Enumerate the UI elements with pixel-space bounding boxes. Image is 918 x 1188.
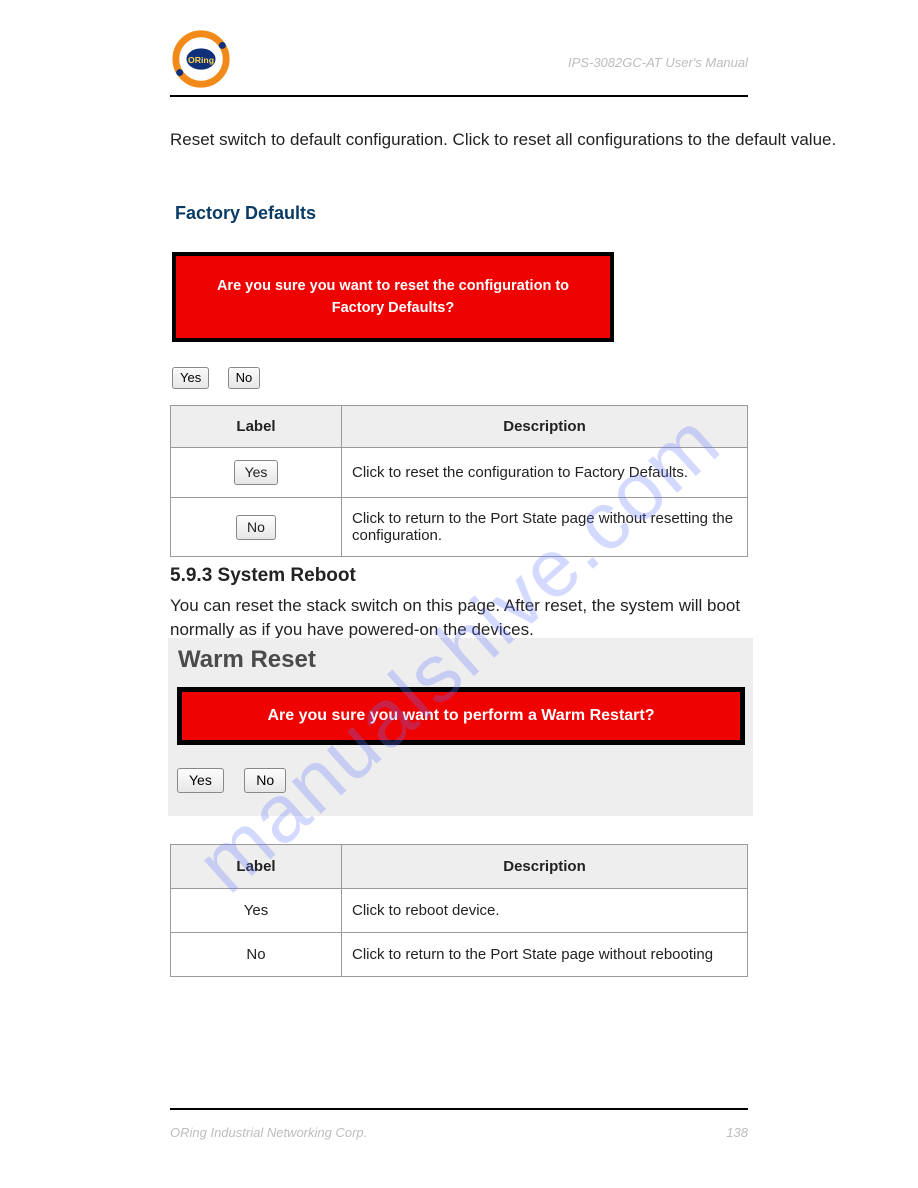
no-button[interactable]: No bbox=[228, 367, 261, 389]
yes-button[interactable]: Yes bbox=[177, 768, 224, 793]
table-header-description: Description bbox=[342, 845, 748, 889]
factory-defaults-warning: Are you sure you want to reset the confi… bbox=[172, 252, 614, 342]
table-header-label: Label bbox=[171, 845, 342, 889]
table-header-description: Description bbox=[342, 406, 748, 448]
table-row: No Click to return to the Port State pag… bbox=[171, 933, 748, 977]
table-cell-desc: Click to return to the Port State page w… bbox=[342, 498, 748, 557]
footer-rule bbox=[170, 1108, 748, 1110]
table-cell-desc: Click to return to the Port State page w… bbox=[342, 933, 748, 977]
yes-button[interactable]: Yes bbox=[172, 367, 209, 389]
system-reboot-heading: 5.9.3 System Reboot bbox=[170, 565, 356, 587]
system-reboot-desc: You can reset the stack switch on this p… bbox=[170, 594, 748, 642]
no-button-sample: No bbox=[246, 946, 265, 963]
svg-text:ORing: ORing bbox=[188, 55, 214, 65]
warm-reset-panel: Warm Reset Are you sure you want to perf… bbox=[168, 638, 753, 816]
table-row: Yes Click to reboot device. bbox=[171, 889, 748, 933]
brand-logo: ORing bbox=[170, 28, 232, 90]
page-number: 138 bbox=[726, 1125, 748, 1140]
warm-reset-table: Label Description Yes Click to reboot de… bbox=[170, 844, 748, 977]
warning-line1: Are you sure you want to reset the confi… bbox=[176, 275, 610, 297]
table-header-label: Label bbox=[171, 406, 342, 448]
yes-button-sample: Yes bbox=[234, 460, 279, 485]
table-cell-desc: Click to reboot device. bbox=[342, 889, 748, 933]
factory-defaults-table: Label Description Yes Click to reset the… bbox=[170, 405, 748, 557]
section1-intro: Reset switch to default configuration. C… bbox=[170, 128, 836, 152]
no-button[interactable]: No bbox=[244, 768, 286, 793]
warning-line2: Factory Defaults? bbox=[176, 297, 610, 319]
no-button-sample: No bbox=[236, 515, 276, 540]
warm-reset-warning-text: Are you sure you want to perform a Warm … bbox=[267, 707, 654, 725]
warm-reset-title: Warm Reset bbox=[178, 646, 316, 674]
table-row: No Click to return to the Port State pag… bbox=[171, 498, 748, 557]
warm-reset-warning: Are you sure you want to perform a Warm … bbox=[177, 687, 745, 745]
yes-button-sample: Yes bbox=[244, 902, 268, 919]
footer-company: ORing Industrial Networking Corp. bbox=[170, 1125, 367, 1140]
header-doc-title: IPS-3082GC-AT User's Manual bbox=[568, 55, 748, 70]
factory-defaults-title: Factory Defaults bbox=[175, 203, 316, 224]
table-row: Yes Click to reset the configuration to … bbox=[171, 448, 748, 498]
header-rule bbox=[170, 95, 748, 97]
table-cell-desc: Click to reset the configuration to Fact… bbox=[342, 448, 748, 498]
